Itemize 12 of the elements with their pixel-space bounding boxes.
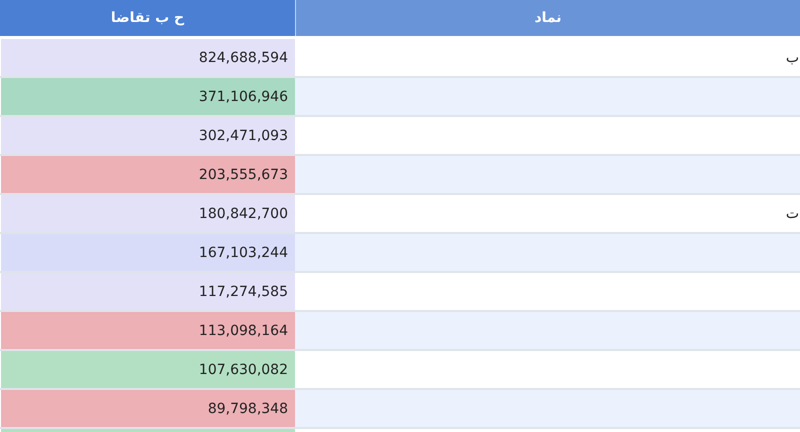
demand-cell: 167,103,244	[0, 234, 295, 271]
demand-cell: 89,798,348	[0, 390, 295, 427]
demand-cell: 117,274,585	[0, 273, 295, 310]
demand-cell: 203,555,673	[0, 156, 295, 193]
demand-cell: 107,630,082	[0, 351, 295, 388]
demand-cell: 302,471,093	[0, 117, 295, 154]
demand-cell: 180,842,700	[0, 195, 295, 232]
column-header: نماد	[295, 0, 800, 36]
demand-cell: 371,106,946	[0, 78, 295, 115]
demand-cell: 824,688,594	[0, 39, 295, 76]
demand-cell: 113,098,164	[0, 312, 295, 349]
column-header: ح ب تقاضا	[0, 0, 295, 36]
